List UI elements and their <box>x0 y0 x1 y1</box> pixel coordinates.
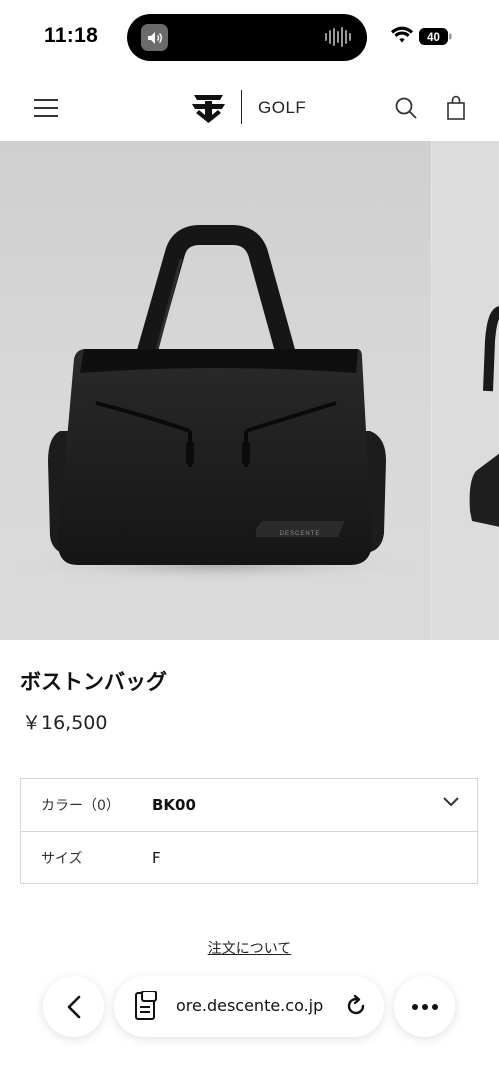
product-options-table: カラー（0） BK00 サイズ F <box>20 778 478 884</box>
size-option-row: サイズ F <box>21 831 477 883</box>
speaker-icon <box>141 24 168 51</box>
battery-icon: 40 <box>419 28 452 45</box>
more-icon <box>411 1003 438 1010</box>
search-icon[interactable] <box>394 96 418 120</box>
address-bar[interactable]: ore.descente.co.jp <box>114 976 384 1037</box>
size-option-label: サイズ <box>41 850 83 867</box>
waveform-icon <box>325 27 351 47</box>
url-text[interactable]: ore.descente.co.jp <box>176 996 323 1015</box>
page-icon[interactable] <box>134 991 158 1021</box>
reload-icon[interactable] <box>344 994 368 1018</box>
site-header: GOLF <box>0 82 499 138</box>
back-icon <box>67 995 80 1018</box>
battery-level: 40 <box>427 32 440 44</box>
chevron-down-icon[interactable] <box>442 796 460 808</box>
color-option-row[interactable]: カラー（0） BK00 <box>21 779 477 831</box>
more-button[interactable] <box>394 976 455 1037</box>
product-name: ボストンバッグ <box>20 670 167 694</box>
back-button[interactable] <box>43 976 104 1037</box>
boston-bag-illustration: DESCENTE <box>15 225 415 582</box>
color-option-value: BK00 <box>152 796 196 814</box>
descente-logo[interactable] <box>192 93 225 123</box>
logo-divider <box>241 90 242 124</box>
status-bar: 11:18 40 <box>0 0 499 72</box>
dynamic-island <box>127 14 367 61</box>
next-product-image-peek[interactable] <box>431 141 499 640</box>
order-info-link[interactable]: 注文について <box>0 938 499 958</box>
bag-brand-print: DESCENTE <box>280 531 321 537</box>
brand-label[interactable]: GOLF <box>258 98 306 118</box>
status-time: 11:18 <box>44 24 99 47</box>
next-image-bag-edge <box>469 306 499 527</box>
product-image[interactable]: DESCENTE <box>0 141 431 640</box>
color-option-label: カラー（0） <box>41 798 120 814</box>
product-image-gallery[interactable]: DESCENTE <box>0 141 499 640</box>
product-price: ￥16,500 <box>22 712 108 734</box>
wifi-icon <box>391 26 413 43</box>
shopping-bag-icon[interactable] <box>445 95 467 121</box>
menu-icon[interactable] <box>34 97 58 119</box>
size-option-value: F <box>152 848 161 867</box>
